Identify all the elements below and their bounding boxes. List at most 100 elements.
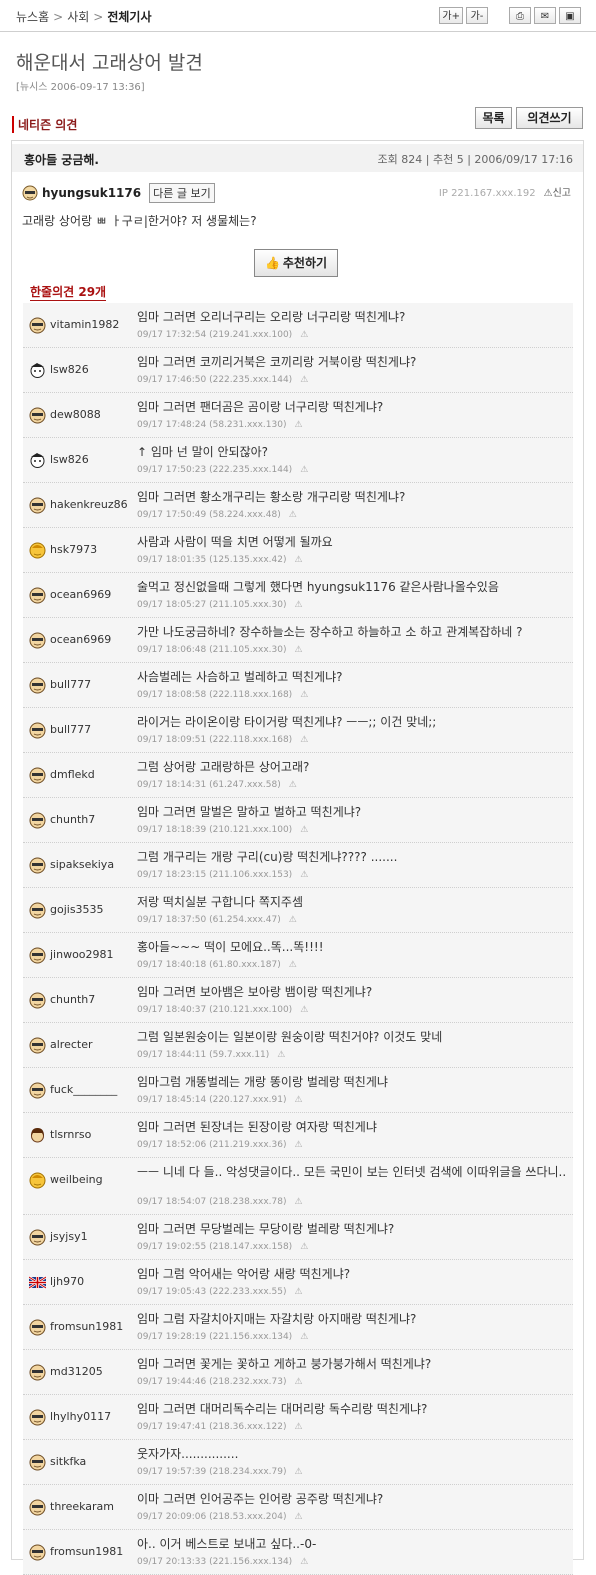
report-icon[interactable]: ⚠: [300, 735, 308, 745]
comment-user-id[interactable]: jsyjsy1: [50, 1230, 88, 1243]
comment-time-ip: 09/17 18:08:58 (222.118.xxx.168): [137, 690, 293, 700]
comment-time-ip: 09/17 17:50:23 (222.235.xxx.144): [137, 465, 293, 475]
comment-time-ip: 09/17 18:37:50 (61.254.xxx.47): [137, 915, 281, 925]
article-source: [뉴시스 2006-09-17 13:36]: [16, 82, 145, 93]
user-avatar-icon: [29, 812, 46, 829]
comment-user-id[interactable]: gojis3535: [50, 903, 104, 916]
report-icon[interactable]: ⚠: [294, 420, 302, 430]
post-author-id[interactable]: hyungsuk1176: [42, 186, 141, 200]
list-button[interactable]: 목록: [475, 107, 512, 129]
user-avatar-icon: [29, 452, 46, 469]
report-icon[interactable]: ⚠: [294, 1287, 302, 1297]
report-icon[interactable]: ⚠: [300, 690, 308, 700]
recommend-button[interactable]: 👍 추천하기: [254, 249, 338, 277]
comment-time-ip: 09/17 18:40:18 (61.80.xxx.187): [137, 960, 281, 970]
comment-user-id[interactable]: sipaksekiya: [50, 858, 114, 871]
comment-user-id[interactable]: dew8088: [50, 408, 101, 421]
comment-meta: 09/17 19:57:39 (218.234.xxx.79) ⚠: [137, 1467, 303, 1477]
comment-user-id[interactable]: bull777: [50, 678, 91, 691]
comment-user-id[interactable]: tlsrnrso: [50, 1128, 91, 1141]
post-body: 고래랑 상어랑 ㅃ ㅏ구ㄹ|한거야? 저 생물체는?: [22, 214, 257, 228]
comment-user-id[interactable]: ljh970: [50, 1275, 84, 1288]
breadcrumb-home[interactable]: 뉴스홈: [16, 10, 49, 24]
report-icon[interactable]: ⚠: [277, 1050, 285, 1060]
comment-user-id[interactable]: lsw826: [50, 453, 89, 466]
report-icon[interactable]: ⚠: [294, 1197, 302, 1207]
breadcrumb-section[interactable]: 사회: [67, 10, 89, 24]
report-icon[interactable]: ⚠: [294, 645, 302, 655]
comment-time-ip: 09/17 18:06:48 (211.105.xxx.30): [137, 645, 287, 655]
comment-user-id[interactable]: fromsun1981: [50, 1545, 123, 1558]
comment-row: md31205 임마 그러면 꽃게는 꽃하고 게하고 붕가붕가해서 떡친게냐? 09…: [23, 1350, 573, 1395]
report-icon[interactable]: ⚠: [294, 1467, 302, 1477]
report-icon[interactable]: ⚠: [300, 825, 308, 835]
other-posts-button[interactable]: 다른 글 보기: [149, 183, 215, 203]
comment-meta: 09/17 18:40:18 (61.80.xxx.187) ⚠: [137, 960, 297, 970]
report-icon[interactable]: ⚠: [294, 1095, 302, 1105]
comment-user-id[interactable]: chunth7: [50, 813, 95, 826]
comment-user-id[interactable]: fuck________: [50, 1083, 117, 1096]
comment-user-id[interactable]: md31205: [50, 1365, 103, 1378]
comment-user-id[interactable]: dmflekd: [50, 768, 95, 781]
comment-text: 임마 그러면 팬더곰은 곰이랑 너구리랑 떡친게냐?: [137, 400, 384, 414]
comment-time-ip: 09/17 18:09:51 (222.118.xxx.168): [137, 735, 293, 745]
comment-meta: 09/17 18:14:31 (61.247.xxx.58) ⚠: [137, 780, 297, 790]
report-icon[interactable]: ⚠: [294, 1140, 302, 1150]
font-size-down-button[interactable]: 가-: [466, 7, 488, 24]
report-icon[interactable]: ⚠: [289, 780, 297, 790]
report-link[interactable]: ⚠신고: [544, 188, 571, 199]
comment-time-ip: 09/17 18:44:11 (59.7.xxx.11): [137, 1050, 270, 1060]
netizen-opinion-heading: 네티즌 의견: [12, 116, 77, 133]
comment-user-id[interactable]: chunth7: [50, 993, 95, 1006]
recommend-label[interactable]: 추천하기: [283, 256, 327, 270]
save-icon[interactable]: ▣: [559, 7, 581, 24]
report-icon[interactable]: ⚠: [300, 375, 308, 385]
report-icon[interactable]: ⚠: [294, 600, 302, 610]
comment-row: sipaksekiya 그럼 개구리는 개랑 구리(cu)랑 떡친게냐???? .…: [23, 843, 573, 888]
report-icon[interactable]: ⚠: [294, 555, 302, 565]
mail-icon[interactable]: ✉: [534, 7, 556, 24]
comment-text: 임마 그러면 무당벌레는 무당이랑 벌레랑 떡친게냐?: [137, 1222, 395, 1236]
report-icon[interactable]: ⚠: [289, 510, 297, 520]
comment-user-id[interactable]: hakenkreuz86: [50, 498, 128, 511]
comment-user-id[interactable]: threekaram: [50, 1500, 114, 1513]
comment-user-id[interactable]: sitkfka: [50, 1455, 86, 1468]
report-label[interactable]: 신고: [553, 188, 571, 199]
comment-user-id[interactable]: lhylhy0117: [50, 1410, 111, 1423]
report-icon[interactable]: ⚠: [289, 960, 297, 970]
comment-user-id[interactable]: alrecter: [50, 1038, 93, 1051]
report-icon[interactable]: ⚠: [289, 915, 297, 925]
comment-user-id[interactable]: hsk7973: [50, 543, 97, 556]
report-icon[interactable]: ⚠: [300, 1005, 308, 1015]
comment-time-ip: 09/17 18:45:14 (220.127.xxx.91): [137, 1095, 287, 1105]
comment-meta: 09/17 20:13:33 (221.156.xxx.134) ⚠: [137, 1557, 308, 1567]
comment-text: 임마 그러면 오리너구리는 오리랑 너구리랑 떡친게냐?: [137, 310, 406, 324]
comment-row: jinwoo2981 홍아들~~~ 떡이 모에요..똑...똑!!!! 09/17 …: [23, 933, 573, 978]
report-icon[interactable]: ⚠: [294, 1422, 302, 1432]
comment-user-id[interactable]: ocean6969: [50, 588, 111, 601]
comment-time-ip: 09/17 17:48:24 (58.231.xxx.130): [137, 420, 287, 430]
comment-user-id[interactable]: jinwoo2981: [50, 948, 114, 961]
comment-user-id[interactable]: ocean6969: [50, 633, 111, 646]
comment-user-id[interactable]: bull777: [50, 723, 91, 736]
report-icon[interactable]: ⚠: [294, 1377, 302, 1387]
report-icon[interactable]: ⚠: [300, 1557, 308, 1567]
user-avatar-icon: [29, 362, 46, 379]
comment-user-id[interactable]: vitamin1982: [50, 318, 119, 331]
breadcrumb-current[interactable]: 전체기사: [107, 10, 151, 24]
report-icon[interactable]: ⚠: [300, 870, 308, 880]
comment-user-id[interactable]: lsw826: [50, 363, 89, 376]
comment-meta: 09/17 18:06:48 (211.105.xxx.30) ⚠: [137, 645, 303, 655]
comment-user-id[interactable]: weilbeing: [50, 1173, 103, 1186]
report-icon[interactable]: ⚠: [294, 1512, 302, 1522]
report-icon[interactable]: ⚠: [300, 1332, 308, 1342]
print-icon[interactable]: ⎙: [509, 7, 531, 24]
report-icon[interactable]: ⚠: [300, 330, 308, 340]
comment-row: lsw826 ↑ 임마 넌 말이 안되잖아? 09/17 17:50:23 (222…: [23, 438, 573, 483]
report-icon[interactable]: ⚠: [300, 1242, 308, 1252]
write-opinion-button[interactable]: 의견쓰기: [516, 107, 583, 129]
comment-user-id[interactable]: fromsun1981: [50, 1320, 123, 1333]
comment-time-ip: 09/17 19:47:41 (218.36.xxx.122): [137, 1422, 287, 1432]
font-size-up-button[interactable]: 가+: [439, 7, 463, 24]
report-icon[interactable]: ⚠: [300, 465, 308, 475]
